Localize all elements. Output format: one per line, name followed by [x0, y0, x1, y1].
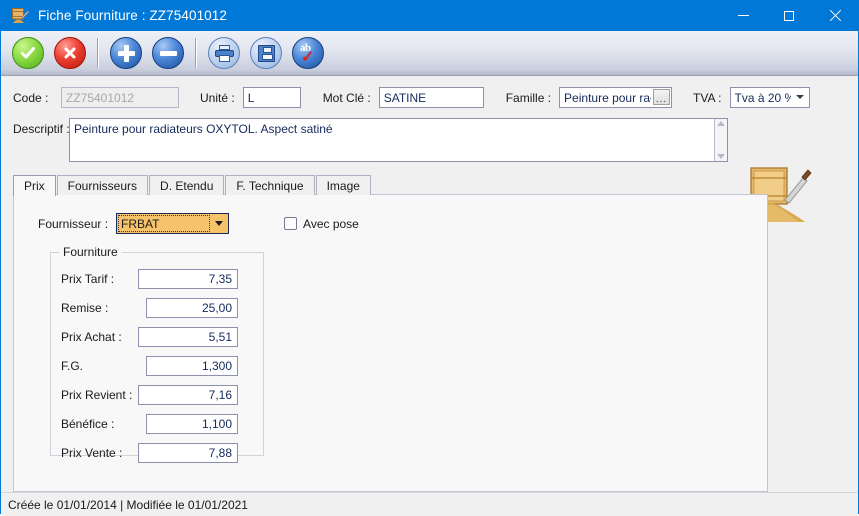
- motcle-input[interactable]: [378, 87, 484, 108]
- chevron-down-icon: [795, 95, 804, 99]
- title-bar: Fiche Fourniture : ZZ75401012: [1, 0, 858, 31]
- maximize-icon: [784, 10, 794, 21]
- fourniture-groupbox: Fourniture Prix Tarif : Remise : Prix Ac…: [50, 245, 264, 463]
- tab-label: Fournisseurs: [67, 178, 138, 193]
- blue-minus-icon: [152, 37, 184, 69]
- fournisseur-row: Fournisseur : FRBAT Avec pose: [14, 195, 767, 234]
- descriptif-label: Descriptif :: [13, 122, 70, 136]
- tab-label: Image: [326, 178, 360, 193]
- prix-tarif-label: Prix Tarif :: [61, 272, 115, 286]
- fournisseur-select[interactable]: FRBAT: [116, 213, 230, 234]
- tva-select-wrap: [722, 87, 810, 108]
- toolbar-separator: [195, 38, 197, 68]
- status-text: Créée le 01/01/2014 | Modifiée le 01/01/…: [8, 497, 248, 512]
- avec-pose-label: Avec pose: [303, 216, 359, 231]
- fournisseur-label: Fournisseur :: [38, 216, 109, 231]
- scroll-up-icon[interactable]: [717, 121, 725, 126]
- tabs-container: Prix Fournisseurs D. Etendu F. Technique…: [13, 174, 858, 492]
- tab-d-etendu[interactable]: D. Etendu: [149, 175, 225, 195]
- window-title: Fiche Fourniture : ZZ75401012: [38, 8, 227, 23]
- avec-pose-checkbox-wrap[interactable]: Avec pose: [284, 217, 359, 231]
- tab-fournisseurs[interactable]: Fournisseurs: [56, 175, 149, 195]
- price-row: Bénéfice :: [51, 411, 263, 437]
- price-row: Prix Achat :: [51, 324, 263, 350]
- blue-plus-icon: [110, 37, 142, 69]
- price-row: F.G.: [51, 353, 263, 379]
- fourniture-group-title: Fourniture: [59, 245, 122, 259]
- maximize-button[interactable]: [766, 0, 812, 31]
- cancel-button[interactable]: [51, 34, 89, 72]
- price-row: Prix Revient :: [51, 382, 263, 408]
- descriptif-scrollbar[interactable]: [714, 119, 727, 161]
- tab-prix[interactable]: Prix: [13, 175, 56, 196]
- descriptif-text: Peinture pour radiateurs OXYTOL. Aspect …: [74, 122, 333, 136]
- code-label: Code :: [13, 90, 49, 105]
- save-button[interactable]: [247, 34, 285, 72]
- chevron-down-icon: [215, 221, 224, 226]
- validate-button[interactable]: [9, 34, 47, 72]
- price-row: Remise :: [51, 295, 263, 321]
- famille-browse-button[interactable]: ...: [653, 89, 671, 105]
- benefice-input[interactable]: [146, 414, 238, 434]
- tab-image[interactable]: Image: [315, 175, 371, 195]
- toolbar-separator: [97, 38, 99, 68]
- unite-input[interactable]: [242, 87, 301, 108]
- prix-achat-label: Prix Achat :: [61, 330, 122, 344]
- tva-label: TVA :: [693, 90, 722, 105]
- famille-label: Famille :: [505, 90, 552, 105]
- prix-tarif-input[interactable]: [138, 269, 238, 289]
- fg-label: F.G.: [61, 359, 84, 373]
- avec-pose-checkbox[interactable]: [284, 217, 298, 230]
- close-icon: [829, 10, 841, 22]
- benefice-label: Bénéfice :: [61, 417, 115, 431]
- spellcheck-abc-icon: ab ✓: [292, 37, 324, 69]
- add-button[interactable]: [107, 34, 145, 72]
- minimize-button[interactable]: [720, 0, 766, 31]
- prix-achat-input[interactable]: [138, 327, 238, 347]
- descriptif-row: Descriptif : Peinture pour radiateurs OX…: [1, 110, 858, 162]
- tab-label: Prix: [24, 179, 45, 193]
- price-row: Prix Vente :: [51, 440, 263, 466]
- tab-f-technique[interactable]: F. Technique: [225, 175, 315, 195]
- printer-icon: [208, 37, 240, 69]
- remise-input[interactable]: [146, 298, 238, 318]
- crate-materials-icon: [10, 6, 30, 26]
- motcle-label: Mot Clé :: [322, 90, 371, 105]
- floppy-disk-icon: [250, 37, 282, 69]
- close-button[interactable]: [812, 0, 858, 31]
- prix-vente-label: Prix Vente :: [61, 446, 123, 460]
- prix-revient-label: Prix Revient :: [61, 388, 133, 402]
- toolbar: ab ✓: [1, 31, 858, 76]
- tabstrip: Prix Fournisseurs D. Etendu F. Technique…: [13, 174, 858, 196]
- minimize-icon: [737, 15, 749, 16]
- code-input[interactable]: [61, 87, 179, 108]
- tabpanel-prix: Fournisseur : FRBAT Avec pose Fourniture…: [13, 194, 768, 492]
- prix-revient-input[interactable]: [138, 385, 238, 405]
- price-row: Prix Tarif :: [51, 266, 263, 292]
- tab-label: D. Etendu: [160, 178, 214, 193]
- spellcheck-button[interactable]: ab ✓: [289, 34, 327, 72]
- window-controls: [720, 0, 858, 31]
- descriptif-textarea[interactable]: Peinture pour radiateurs OXYTOL. Aspect …: [69, 118, 728, 162]
- fg-input[interactable]: [146, 356, 238, 376]
- print-button[interactable]: [205, 34, 243, 72]
- prix-vente-input[interactable]: [138, 443, 238, 463]
- famille-field-wrap: ...: [551, 87, 673, 108]
- red-cross-icon: [54, 37, 86, 69]
- fournisseur-value: FRBAT: [121, 216, 160, 231]
- unite-label: Unité :: [200, 90, 235, 105]
- form-area: Code : Unité : Mot Clé : Famille : ... T…: [1, 76, 858, 492]
- fournisseur-dropdown-button[interactable]: [211, 215, 228, 232]
- remise-label: Remise :: [61, 301, 109, 315]
- green-check-icon: [12, 37, 44, 69]
- fiche-fourniture-window: Fiche Fourniture : ZZ75401012 ab ✓ Code …: [0, 0, 859, 516]
- tab-label: F. Technique: [236, 178, 304, 193]
- scroll-down-icon[interactable]: [717, 154, 725, 159]
- remove-button[interactable]: [149, 34, 187, 72]
- top-fields-row: Code : Unité : Mot Clé : Famille : ... T…: [1, 76, 858, 110]
- status-bar: Créée le 01/01/2014 | Modifiée le 01/01/…: [1, 492, 858, 516]
